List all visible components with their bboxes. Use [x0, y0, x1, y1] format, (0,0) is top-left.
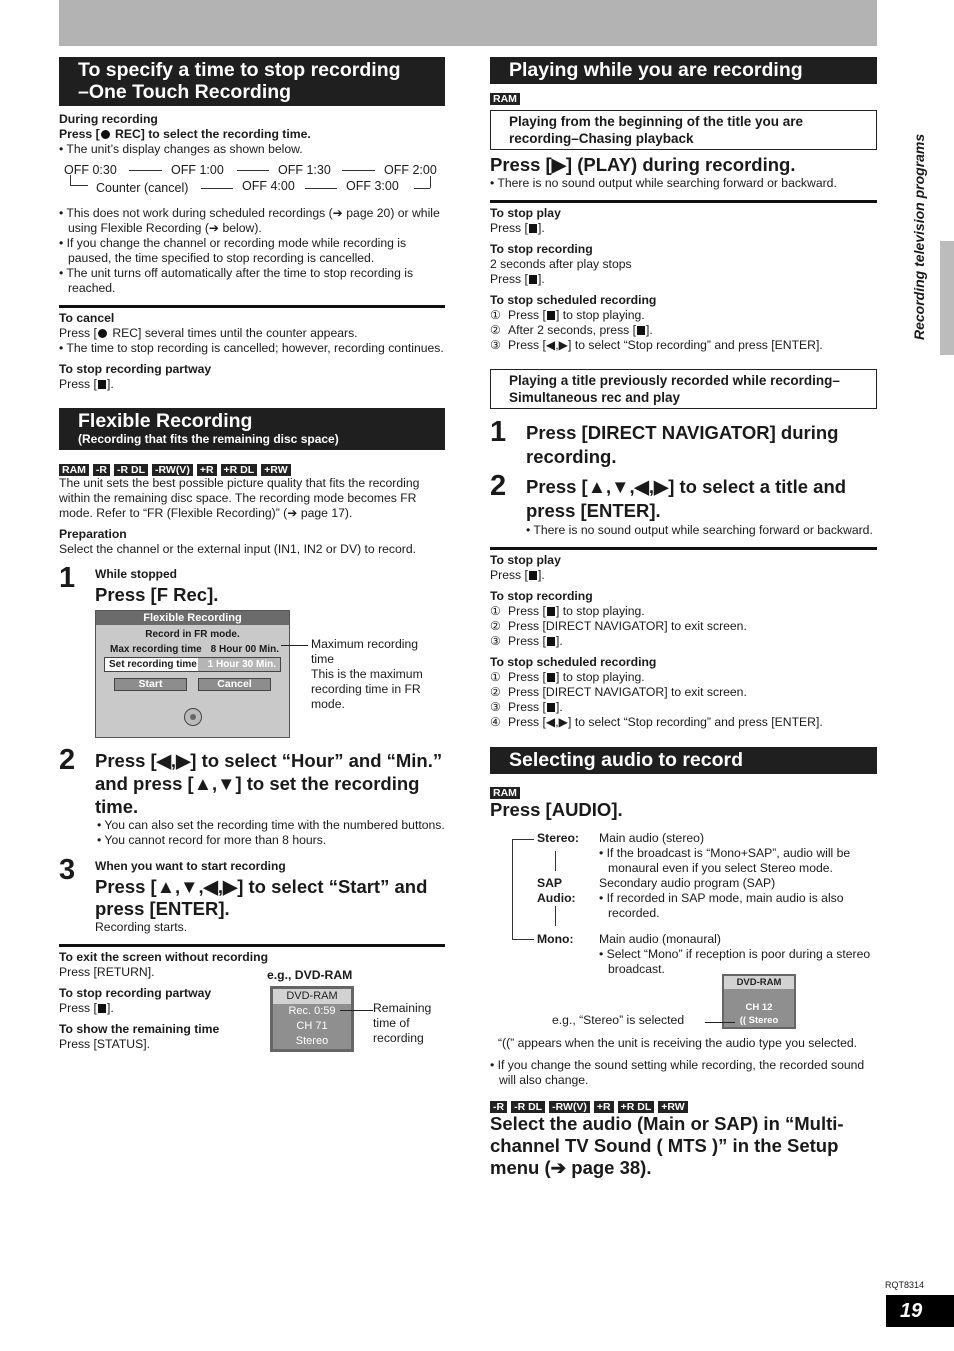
- section-rule: To cancel Press [ REC] several times unt…: [59, 305, 445, 392]
- flexible-recording-osd: Flexible Recording Record in FR mode. Ma…: [95, 610, 290, 738]
- display-note: • The unit’s display changes as shown be…: [59, 142, 303, 156]
- list-item: ② Press [DIRECT NAVIGATOR] to exit screen…: [490, 619, 747, 633]
- stop-icon: [546, 673, 555, 682]
- arrow-icon: [342, 170, 375, 171]
- simultaneous-rec-play-box: Playing a title previously recorded whil…: [490, 369, 877, 409]
- arrow-icon: [305, 188, 337, 189]
- status-osd: DVD-RAM Rec. 0:59 CH 71 Stereo: [270, 986, 354, 1052]
- chapter-label: Recording television programs: [911, 133, 927, 340]
- arrow-icon: [512, 839, 534, 840]
- playing-heading: Playing while you are recording: [490, 57, 877, 84]
- rec-dot-icon: [100, 130, 110, 139]
- list-item: ③ Press [].: [490, 700, 563, 714]
- right-column: Playing while you are recording RAM Play…: [490, 57, 877, 1179]
- header-band: [59, 0, 877, 46]
- page-number: 19: [886, 1295, 954, 1327]
- list-item: ③ Press [◀,▶] to select “Stop recording” …: [490, 338, 823, 352]
- list-item: ② Press [DIRECT NAVIGATOR] to exit screen…: [490, 685, 747, 699]
- cancel-button[interactable]: Cancel: [198, 678, 271, 691]
- chasing-playback-box: Playing from the beginning of the title …: [490, 110, 877, 150]
- document-code: RQT8314: [885, 1280, 925, 1290]
- audio-osd: DVD-RAM CH 12 (( Stereo: [722, 974, 796, 1029]
- section-rule: To stop play Press []. To stop recording…: [490, 547, 877, 730]
- list-item: ④ Press [◀,▶] to select “Stop recording” …: [490, 715, 823, 729]
- remaining-time-callout: Remaining time of recording: [373, 1001, 432, 1045]
- chapter-tab: [940, 241, 954, 355]
- stop-icon: [528, 275, 537, 284]
- rec-instruction: Press [ REC] to select the recording tim…: [59, 127, 311, 141]
- stop-icon: [546, 703, 555, 712]
- stop-icon: [97, 1004, 106, 1013]
- audio-mode-cycle: Stereo: Main audio (stereo) • If the bro…: [490, 831, 877, 976]
- max-time-callout: Maximum recording time This is the maxim…: [311, 637, 423, 711]
- stop-icon: [546, 637, 555, 646]
- flexible-intro: The unit sets the best possible picture …: [59, 476, 420, 520]
- stop-icon: [528, 571, 537, 580]
- rec-dot-icon: [97, 329, 107, 338]
- flex-step-1: 1 While stopped Press [F Rec].: [59, 562, 219, 605]
- left-column: To specify a time to stop recording –One…: [59, 57, 445, 1054]
- section-rule: To exit the screen without recording Pre…: [59, 944, 445, 1054]
- list-item: ① Press [] to stop playing.: [490, 604, 645, 618]
- audio-heading: Selecting audio to record: [490, 747, 877, 774]
- return-arrow-icon: [70, 175, 71, 185]
- section-rule: To stop play Press []. To stop recording…: [490, 200, 877, 353]
- mts-instruction: Select the audio (Main or SAP) in “Multi…: [490, 1113, 844, 1178]
- list-item: ③ Press [].: [490, 634, 563, 648]
- flex-step-3: 3 When you want to start recording Press…: [59, 854, 428, 934]
- stop-icon: [97, 380, 106, 389]
- down-arrow-icon: [555, 851, 556, 871]
- start-button[interactable]: Start: [114, 678, 187, 691]
- arrow-icon: [201, 188, 233, 189]
- arrow-icon: [129, 170, 162, 171]
- stop-icon: [546, 311, 555, 320]
- stop-icon: [528, 224, 537, 233]
- flexible-recording-heading: Flexible Recording (Recording that fits …: [59, 408, 445, 450]
- list-item: ② After 2 seconds, press [].: [490, 323, 653, 337]
- list-item: ① Press [] to stop playing.: [490, 308, 645, 322]
- stop-icon: [546, 607, 555, 616]
- disc-badges: -R -R DL -RW(V) +R +R DL +RW: [490, 1101, 877, 1113]
- arrow-icon: [237, 170, 269, 171]
- simul-step-1: 1 Press [DIRECT NAVIGATOR] during record…: [490, 416, 839, 467]
- simul-step-2: 2 Press [▲,▼,◀,▶] to select a title and …: [490, 470, 873, 537]
- one-touch-notes: • This does not work during scheduled re…: [59, 206, 440, 295]
- down-arrow-icon: [555, 906, 556, 926]
- flex-step-2: 2 Press [◀,▶] to select “Hour” and “Min.…: [59, 744, 445, 847]
- one-touch-heading: To specify a time to stop recording –One…: [59, 57, 445, 106]
- stop-icon: [637, 326, 646, 335]
- navigation-pad-icon: [184, 708, 202, 726]
- disc-badges: RAM -R -R DL -RW(V) +R +R DL +RW: [59, 464, 445, 476]
- list-item: ① Press [] to stop playing.: [490, 670, 645, 684]
- return-arrow-icon: [430, 176, 431, 188]
- set-recording-time-field[interactable]: Set recording time 1 Hour 30 Min.: [104, 657, 281, 672]
- during-recording-label: During recording: [59, 112, 158, 126]
- off-time-cycle-diagram: OFF 0:30 OFF 1:00 OFF 1:30 OFF 2:00 Coun…: [64, 163, 437, 195]
